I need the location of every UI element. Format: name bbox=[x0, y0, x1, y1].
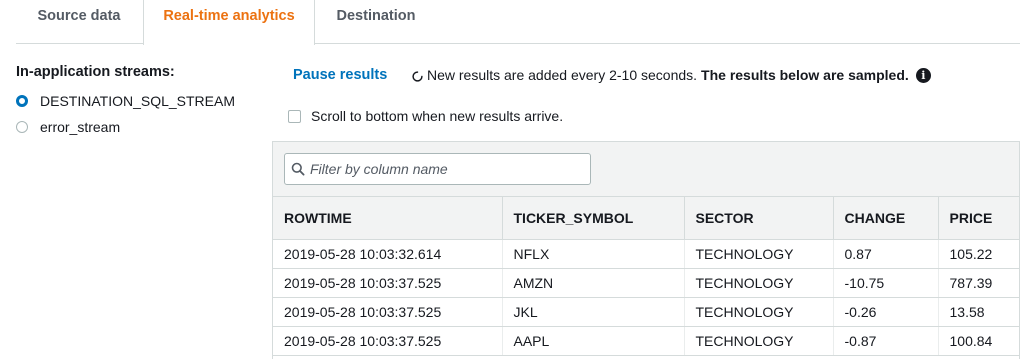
column-header-rowtime[interactable]: ROWTIME bbox=[273, 196, 503, 240]
stream-label: DESTINATION_SQL_STREAM bbox=[40, 93, 236, 109]
streams-title: In-application streams: bbox=[16, 64, 175, 80]
tab-real-time-analytics[interactable]: Real-time analytics bbox=[143, 0, 315, 45]
cell-sector: TECHNOLOGY bbox=[684, 297, 834, 327]
cell-change: 0.87 bbox=[833, 239, 939, 269]
stream-option-error-stream[interactable]: error_stream bbox=[16, 117, 120, 137]
cell-sector: TECHNOLOGY bbox=[684, 326, 834, 356]
column-header-price[interactable]: PRICE bbox=[938, 196, 1019, 240]
column-header-sector[interactable]: SECTOR bbox=[684, 196, 834, 240]
info-icon[interactable]: i bbox=[915, 67, 931, 83]
refresh-spinner-icon bbox=[412, 70, 423, 82]
cell-rowtime: 2019-05-28 10:03:37.525 bbox=[273, 326, 503, 356]
filter-field[interactable] bbox=[284, 153, 591, 185]
cell-rowtime: 2019-05-28 10:03:37.525 bbox=[273, 268, 503, 298]
cell-ticker-symbol: JKL bbox=[502, 297, 685, 327]
table-row: 2019-05-28 10:03:32.614 NFLX TECHNOLOGY … bbox=[273, 239, 1019, 269]
filter-bar bbox=[273, 142, 1019, 196]
search-icon bbox=[291, 162, 305, 176]
column-header-ticker-symbol[interactable]: TICKER_SYMBOL bbox=[502, 196, 685, 240]
cell-ticker-symbol: AMZN bbox=[502, 268, 685, 298]
cell-rowtime: 2019-05-28 10:03:32.614 bbox=[273, 239, 503, 269]
results-panel: ROWTIME TICKER_SYMBOL SECTOR CHANGE PRIC… bbox=[272, 141, 1020, 359]
cell-ticker-symbol: NFLX bbox=[502, 239, 685, 269]
table-row: 2019-05-28 10:03:37.525 JKL TECHNOLOGY -… bbox=[273, 297, 1019, 327]
table-row: 2019-05-28 10:03:37.525 AAPL TECHNOLOGY … bbox=[273, 326, 1019, 356]
cell-change: -0.26 bbox=[833, 297, 939, 327]
sampled-text: The results below are sampled. bbox=[701, 67, 909, 83]
scroll-to-bottom-checkbox[interactable] bbox=[288, 109, 301, 123]
refresh-status: New results are added every 2-10 seconds… bbox=[412, 67, 931, 83]
tab-destination[interactable]: Destination bbox=[316, 0, 436, 44]
cell-price: 105.22 bbox=[938, 239, 1019, 269]
radio-unselected-icon[interactable] bbox=[16, 121, 28, 133]
cell-sector: TECHNOLOGY bbox=[684, 239, 834, 269]
radio-selected-icon[interactable] bbox=[16, 95, 28, 107]
cell-price: 787.39 bbox=[938, 268, 1019, 298]
stream-label: error_stream bbox=[40, 119, 121, 135]
table-row: 2019-05-28 10:03:37.525 AMZN TECHNOLOGY … bbox=[273, 268, 1019, 298]
scroll-to-bottom-label: Scroll to bottom when new results arrive… bbox=[311, 108, 564, 124]
scroll-to-bottom-option[interactable]: Scroll to bottom when new results arrive… bbox=[288, 108, 563, 124]
tab-source-data[interactable]: Source data bbox=[16, 0, 142, 44]
cell-ticker-symbol: AAPL bbox=[502, 326, 685, 356]
refresh-text: New results are added every 2-10 seconds… bbox=[427, 67, 698, 83]
results-table: ROWTIME TICKER_SYMBOL SECTOR CHANGE PRIC… bbox=[273, 196, 1019, 356]
cell-change: -10.75 bbox=[833, 268, 939, 298]
cell-change: -0.87 bbox=[833, 326, 939, 356]
cell-sector: TECHNOLOGY bbox=[684, 268, 834, 298]
column-header-change[interactable]: CHANGE bbox=[833, 196, 939, 240]
cell-rowtime: 2019-05-28 10:03:37.525 bbox=[273, 297, 503, 327]
stream-option-destination-sql-stream[interactable]: DESTINATION_SQL_STREAM bbox=[16, 91, 235, 111]
tab-bar: Source data Real-time analytics Destinat… bbox=[16, 0, 1020, 45]
table-header-row: ROWTIME TICKER_SYMBOL SECTOR CHANGE PRIC… bbox=[273, 196, 1019, 240]
cell-price: 13.58 bbox=[938, 297, 1019, 327]
cell-price: 100.84 bbox=[938, 326, 1019, 356]
filter-input[interactable] bbox=[310, 161, 580, 177]
pause-results-button[interactable]: Pause results bbox=[293, 67, 387, 83]
